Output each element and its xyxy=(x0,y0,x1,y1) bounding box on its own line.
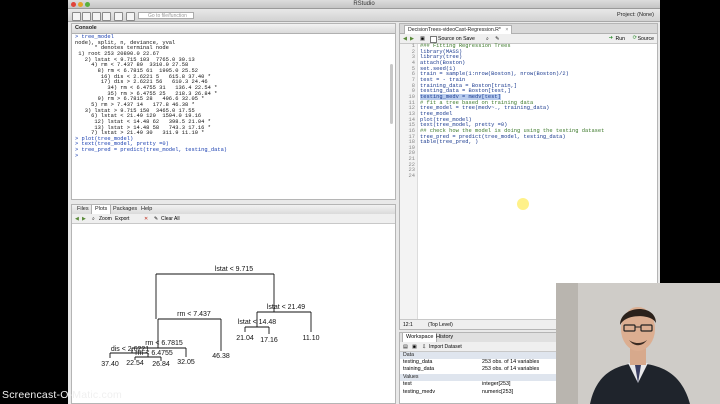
line-number: 24 xyxy=(408,173,415,180)
leaf-value: 26.84 xyxy=(152,361,170,368)
rerun-icon[interactable]: ⟳ xyxy=(633,35,637,41)
open-file-icon[interactable] xyxy=(82,12,91,21)
source-on-save-checkbox[interactable] xyxy=(430,36,437,43)
broom-icon: ✎ xyxy=(154,216,159,222)
split-label-rm-6-4755: rm < 6.4755 xyxy=(135,350,173,357)
prev-plot-icon[interactable]: ◀ xyxy=(75,216,79,222)
main-toolbar: Go to file/function Project: (None) xyxy=(68,9,660,22)
line-numbers: 1 2 3 4 5 6 7 8 9 10 11 12 13 14 15 16 17 18 19 20 21 22 23 24 xyxy=(400,43,417,180)
object-value: integer[253] xyxy=(482,381,511,387)
forward-arrow-icon[interactable]: ▶ xyxy=(410,36,414,42)
leaf-value: 17.16 xyxy=(260,337,278,344)
object-value: 253 obs. of 14 variables xyxy=(482,366,540,372)
presenter-video xyxy=(556,283,720,404)
find-icon[interactable] xyxy=(126,12,135,21)
editor-tab-bar: DecisionTrees-videoCast-Regression.R* × xyxy=(400,24,657,34)
console-header: Console xyxy=(72,24,395,34)
line-number-gutter: 1 2 3 4 5 6 7 8 9 10 11 12 13 14 15 16 17 18 19 20 21 22 23 24 xyxy=(400,43,418,320)
save-icon[interactable] xyxy=(92,12,101,21)
zoom-icon: ⌕ xyxy=(92,216,95,222)
leaf-value: 46.38 xyxy=(212,353,230,360)
source-on-save-label: Source on Save xyxy=(438,36,475,42)
source-button[interactable]: Source xyxy=(638,36,654,42)
tab-files[interactable]: Files xyxy=(74,205,92,214)
object-name: test xyxy=(403,381,412,387)
split-label-root: lstat < 9.715 xyxy=(215,266,253,273)
save-file-icon[interactable]: ▣ xyxy=(420,36,425,42)
print-icon[interactable] xyxy=(114,12,123,21)
webcam-overlay xyxy=(556,283,720,404)
console-pane[interactable]: Console > tree_model node), split, n, dev… xyxy=(71,23,396,200)
back-arrow-icon[interactable]: ◀ xyxy=(403,36,407,42)
find-replace-icon[interactable]: ⌕ xyxy=(486,36,489,43)
plots-pane: Files Plots Packages Help ◀ ▶ ⌕ Zoom Exp… xyxy=(71,204,396,404)
selected-text: testing_medv = medv[test] xyxy=(420,93,501,100)
object-name: testing_medv xyxy=(403,389,436,395)
console-scrollbar[interactable] xyxy=(390,64,393,124)
leaf-value: 32.05 xyxy=(177,359,195,366)
run-icon: ➜ xyxy=(608,35,613,41)
cursor-highlight xyxy=(517,198,529,210)
window-title: RStudio xyxy=(353,1,375,7)
clear-all-button[interactable]: Clear All xyxy=(161,216,180,222)
scope-indicator[interactable]: (Top Level) xyxy=(428,322,453,328)
leaf-value: 21.04 xyxy=(236,335,254,342)
tab-packages[interactable]: Packages xyxy=(110,205,140,214)
save-all-icon[interactable] xyxy=(102,12,111,21)
split-label-left: rm < 7.437 xyxy=(177,311,211,318)
object-name: training_data xyxy=(403,366,435,372)
console-title: Console xyxy=(75,25,97,31)
object-name: testing_data xyxy=(403,359,433,365)
code-area[interactable]: ### Fitting Regression Trees library(MASS… xyxy=(420,43,604,146)
console-output: > tree_model node), split, n, deviance, y… xyxy=(75,34,228,159)
cursor-position: 12:1 xyxy=(403,322,413,328)
object-value: numeric[253] xyxy=(482,389,514,395)
object-value: 253 obs. of 14 variables xyxy=(482,359,540,365)
save-workspace-icon[interactable]: ▣ xyxy=(412,344,417,350)
load-workspace-icon[interactable]: ▤ xyxy=(403,344,408,350)
tab-help[interactable]: Help xyxy=(138,205,155,214)
run-button[interactable]: Run xyxy=(615,36,625,42)
leaf-value: 22.54 xyxy=(126,360,144,367)
split-label-right-left: lstat < 14.48 xyxy=(238,319,276,326)
console-line: > xyxy=(75,152,82,159)
export-button[interactable]: Export xyxy=(115,216,129,222)
go-to-file-input[interactable]: Go to file/function xyxy=(138,12,194,19)
plots-toolbar: ◀ ▶ ⌕ Zoom Export ✕ ✎ Clear All xyxy=(72,214,395,224)
regression-tree-plot: lstat < 9.715 rm < 7.437 lstat < 21.49 r… xyxy=(101,266,320,368)
close-tab-icon[interactable]: × xyxy=(505,27,508,33)
screencast-watermark: Screencast-O-Matic.com xyxy=(2,389,122,401)
split-label-left-left: rm < 6.7815 xyxy=(145,340,183,347)
next-plot-icon[interactable]: ▶ xyxy=(82,216,86,222)
code-tools-icon[interactable]: ✎ xyxy=(495,36,499,42)
leaf-value: 11.10 xyxy=(303,335,320,342)
project-menu[interactable]: Project: (None) xyxy=(617,12,654,18)
new-file-icon[interactable] xyxy=(72,12,81,21)
split-label-right: lstat < 21.49 xyxy=(267,304,305,311)
remove-plot-icon[interactable]: ✕ xyxy=(144,216,148,222)
editor-tab-label: DecisionTrees-videoCast-Regression.R* xyxy=(408,27,501,33)
console-line: > tree_pred = predict(tree_model, testin… xyxy=(75,147,228,154)
title-bar: RStudio xyxy=(68,0,660,9)
tab-plots[interactable]: Plots xyxy=(91,205,112,214)
editor-tab[interactable]: DecisionTrees-videoCast-Regression.R* × xyxy=(404,25,513,34)
zoom-button[interactable]: Zoom xyxy=(99,216,112,222)
go-to-file-placeholder: Go to file/function xyxy=(148,13,187,19)
leaf-value: 37.40 xyxy=(101,361,119,368)
code-lines: ### Fitting Regression Trees library(MASS… xyxy=(420,43,604,146)
import-dataset-icon: ⇩ xyxy=(422,344,427,350)
import-dataset-button[interactable]: Import Dataset xyxy=(429,344,462,350)
code-line: table(tree_pred, ) xyxy=(420,139,479,146)
tab-history[interactable]: History xyxy=(433,333,456,342)
